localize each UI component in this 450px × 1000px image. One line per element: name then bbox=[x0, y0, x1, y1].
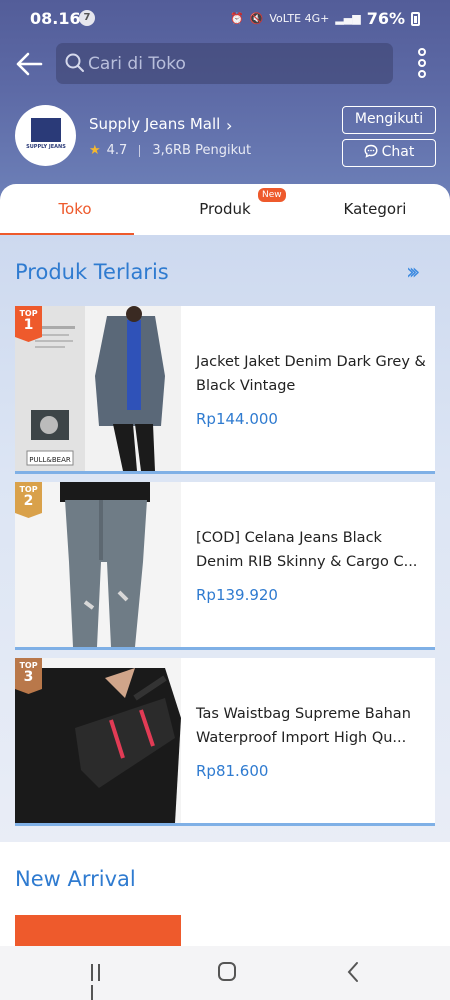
store-logo-text: SUPPLY JEANS bbox=[26, 144, 66, 150]
tab-toko[interactable]: Toko bbox=[0, 184, 150, 235]
recent-apps-button[interactable] bbox=[91, 964, 111, 1000]
store-tabs: Toko Produk Kategori bbox=[0, 184, 450, 235]
store-meta: ★ 4.7 3,6RB Pengikut bbox=[89, 143, 251, 158]
mute-icon: 🔇 bbox=[249, 12, 264, 25]
chat-bubble-icon bbox=[364, 144, 378, 158]
signal-icon: ▂▄▆ bbox=[335, 12, 361, 25]
store-rating: 4.7 bbox=[106, 143, 128, 158]
store-name[interactable]: Supply Jeans Mall bbox=[89, 115, 220, 133]
battery-icon bbox=[411, 11, 420, 26]
more-options-button[interactable] bbox=[412, 48, 432, 80]
star-icon: ★ bbox=[89, 143, 101, 158]
product-title: Tas Waistbag Supreme Bahan Waterproof Im… bbox=[196, 706, 411, 746]
battery-level: 76% bbox=[366, 9, 405, 28]
new-arrival-product-image[interactable] bbox=[15, 915, 181, 946]
follow-button[interactable]: Mengikuti bbox=[342, 106, 436, 134]
alarm-icon: ⏰ bbox=[229, 12, 244, 25]
new-arrival-section: New Arrival bbox=[0, 842, 450, 946]
home-button[interactable] bbox=[218, 962, 236, 981]
chat-button[interactable]: Chat bbox=[342, 139, 436, 167]
product-price: Rp81.600 bbox=[196, 762, 269, 780]
chat-button-label: Chat bbox=[381, 144, 415, 160]
status-bar: 08.16 7 ⏰ 🔇 VoLTE 4G+ ▂▄▆ 76% bbox=[0, 0, 450, 36]
chevron-right-icon[interactable]: › bbox=[226, 116, 232, 135]
nav-back-button[interactable] bbox=[346, 961, 360, 987]
rank-badge: TOP 1 bbox=[15, 306, 42, 342]
network-label: VoLTE 4G+ bbox=[269, 12, 330, 25]
back-button[interactable] bbox=[14, 50, 44, 78]
tab-kategori[interactable]: Kategori bbox=[300, 184, 450, 235]
product-title: [COD] Celana Jeans Black Denim RIB Skinn… bbox=[196, 530, 418, 570]
status-time: 08.16 bbox=[30, 9, 81, 28]
search-input[interactable] bbox=[88, 43, 378, 84]
store-avatar[interactable]: SUPPLY JEANS bbox=[15, 105, 76, 166]
chevron-left-icon bbox=[347, 962, 358, 982]
section-title: New Arrival bbox=[15, 867, 136, 891]
store-logo bbox=[31, 118, 61, 142]
product-card[interactable]: TOP 2 [COD] Celana Jeans Black Denim RIB… bbox=[15, 482, 435, 650]
product-price: Rp139.920 bbox=[196, 586, 278, 604]
section-title: Produk Terlaris bbox=[15, 260, 169, 284]
new-badge: New bbox=[258, 188, 286, 202]
notification-count-badge: 7 bbox=[79, 10, 95, 26]
more-dots-icon bbox=[418, 48, 426, 56]
best-sellers-section: Produk Terlaris ››› PULL&BEAR TOP 1 Jack… bbox=[0, 235, 450, 842]
product-card[interactable]: PULL&BEAR TOP 1 Jacket Jaket Denim Dark … bbox=[15, 306, 435, 474]
system-nav-bar bbox=[0, 946, 450, 1000]
store-search-bar[interactable] bbox=[56, 43, 393, 84]
svg-text:PULL&BEAR: PULL&BEAR bbox=[29, 456, 71, 464]
product-card[interactable]: TOP 3 Tas Waistbag Supreme Bahan Waterpr… bbox=[15, 658, 435, 826]
rank-badge: TOP 3 bbox=[15, 658, 42, 694]
search-icon bbox=[65, 53, 84, 72]
divider bbox=[139, 144, 141, 157]
arrow-left-icon bbox=[16, 52, 43, 76]
rank-badge: TOP 2 bbox=[15, 482, 42, 518]
product-price: Rp144.000 bbox=[196, 410, 278, 428]
store-followers: 3,6RB Pengikut bbox=[152, 143, 252, 158]
double-chevron-right-icon[interactable]: ››› bbox=[406, 260, 421, 285]
product-title: Jacket Jaket Denim Dark Grey & Black Vin… bbox=[196, 354, 426, 394]
